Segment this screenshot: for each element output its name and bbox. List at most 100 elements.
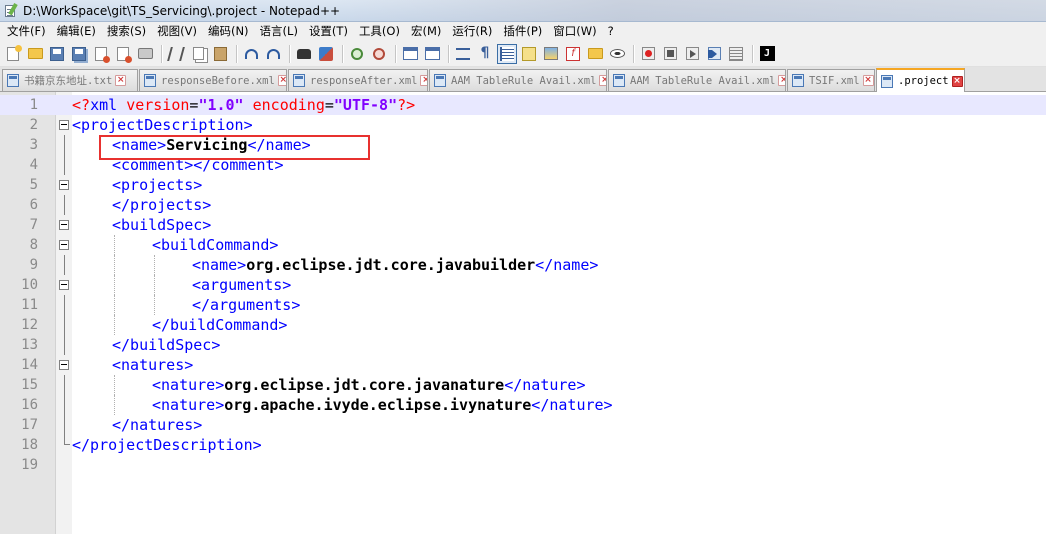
close-file-button[interactable] <box>91 44 111 64</box>
code-line[interactable]: 18 </projectDescription> <box>0 435 1046 455</box>
fold-collapse-icon[interactable] <box>59 360 69 370</box>
zoom-out-button[interactable] <box>369 44 389 64</box>
code-text[interactable]: </projects> <box>112 195 211 215</box>
code-line[interactable]: 9 <name>org.eclipse.jdt.core.javabuilder… <box>0 255 1046 275</box>
macro-run-multiple-button[interactable] <box>704 44 724 64</box>
fold-collapse-icon[interactable] <box>59 220 69 230</box>
sync-vertical-button[interactable] <box>400 44 420 64</box>
word-wrap-button[interactable] <box>453 44 473 64</box>
menu-tools[interactable]: 工具(O) <box>354 22 406 41</box>
code-line[interactable]: 13 </buildSpec> <box>0 335 1046 355</box>
code-text[interactable]: </buildCommand> <box>152 315 287 335</box>
tab-response-after[interactable]: responseAfter.xml × <box>288 69 428 91</box>
tab-close-icon[interactable]: × <box>778 75 785 86</box>
fold-collapse-icon[interactable] <box>59 120 69 130</box>
menu-file[interactable]: 文件(F) <box>2 22 52 41</box>
menu-run[interactable]: 运行(R) <box>447 22 498 41</box>
code-text[interactable]: <projects> <box>112 175 202 195</box>
document-map-button[interactable] <box>541 44 561 64</box>
code-text[interactable]: <buildSpec> <box>112 215 211 235</box>
tab-close-icon[interactable]: × <box>277 75 286 86</box>
menu-encoding[interactable]: 编码(N) <box>203 22 255 41</box>
code-line[interactable]: 6 </projects> <box>0 195 1046 215</box>
tab-aam-tablerule-1[interactable]: AAM TableRule Avail.xml × <box>429 69 607 91</box>
code-text[interactable]: <name>org.eclipse.jdt.core.javabuilder</… <box>192 255 598 275</box>
code-line[interactable]: 10 <arguments> <box>0 275 1046 295</box>
tab-response-before[interactable]: responseBefore.xml × <box>139 69 287 91</box>
tab-aam-tablerule-2[interactable]: AAM TableRule Avail.xml × <box>608 69 786 91</box>
menu-language[interactable]: 语言(L) <box>255 22 304 41</box>
code-line[interactable]: 7 <buildSpec> <box>0 215 1046 235</box>
fold-collapse-icon[interactable] <box>59 240 69 250</box>
zoom-in-button[interactable] <box>347 44 367 64</box>
user-language-button[interactable] <box>519 44 539 64</box>
code-text[interactable]: </buildSpec> <box>112 335 220 355</box>
code-text[interactable]: </natures> <box>112 415 202 435</box>
paste-button[interactable] <box>210 44 230 64</box>
menu-help[interactable]: ? <box>603 22 620 41</box>
code-line[interactable]: 5 <projects> <box>0 175 1046 195</box>
code-text[interactable]: <arguments> <box>192 275 291 295</box>
function-list-button[interactable]: f <box>563 44 583 64</box>
code-text[interactable]: <projectDescription> <box>72 115 253 135</box>
jstool-button[interactable]: J <box>757 44 777 64</box>
menu-macro[interactable]: 宏(M) <box>406 22 447 41</box>
code-text[interactable]: </projectDescription> <box>72 435 262 455</box>
code-line[interactable]: 1 <?xml version="1.0" encoding="UTF-8"?> <box>0 95 1046 115</box>
tab-close-icon[interactable]: × <box>420 75 427 86</box>
editor-area[interactable]: 1 <?xml version="1.0" encoding="UTF-8"?>… <box>0 92 1046 534</box>
menu-window[interactable]: 窗口(W) <box>548 22 602 41</box>
open-file-button[interactable] <box>25 44 45 64</box>
menu-search[interactable]: 搜索(S) <box>102 22 152 41</box>
code-text[interactable]: </arguments> <box>192 295 300 315</box>
code-line[interactable]: 8 <buildCommand> <box>0 235 1046 255</box>
print-button[interactable] <box>135 44 155 64</box>
folder-workspace-button[interactable] <box>585 44 605 64</box>
macro-stop-button[interactable] <box>660 44 680 64</box>
close-all-button[interactable] <box>113 44 133 64</box>
tab-close-icon[interactable]: × <box>862 75 874 86</box>
tab-close-icon[interactable]: × <box>599 75 606 86</box>
replace-button[interactable] <box>316 44 336 64</box>
tab-close-icon[interactable]: × <box>951 75 963 87</box>
fold-collapse-icon[interactable] <box>59 280 69 290</box>
new-file-button[interactable] <box>3 44 23 64</box>
tab-tsif[interactable]: TSIF.xml × <box>787 69 875 91</box>
code-text[interactable]: <natures> <box>112 355 193 375</box>
undo-button[interactable] <box>241 44 261 64</box>
code-line[interactable]: 17 </natures> <box>0 415 1046 435</box>
menu-settings[interactable]: 设置(T) <box>304 22 354 41</box>
code-line[interactable]: 14 <natures> <box>0 355 1046 375</box>
code-text[interactable]: <nature>org.eclipse.jdt.core.javanature<… <box>152 375 586 395</box>
code-line[interactable]: 11 </arguments> <box>0 295 1046 315</box>
copy-button[interactable] <box>188 44 208 64</box>
save-button[interactable] <box>47 44 67 64</box>
tab-project[interactable]: .project × <box>876 68 965 92</box>
show-all-chars-button[interactable]: ¶ <box>475 44 495 64</box>
code-text[interactable]: <nature>org.apache.ivyde.eclipse.ivynatu… <box>152 395 613 415</box>
redo-button[interactable] <box>263 44 283 64</box>
code-line[interactable]: 19 <box>0 455 1046 475</box>
find-button[interactable] <box>294 44 314 64</box>
code-line[interactable]: 15 <nature>org.eclipse.jdt.core.javanatu… <box>0 375 1046 395</box>
code-line[interactable]: 2 <projectDescription> <box>0 115 1046 135</box>
code-line[interactable]: 16 <nature>org.apache.ivyde.eclipse.ivyn… <box>0 395 1046 415</box>
code-text[interactable]: <buildCommand> <box>152 235 278 255</box>
code-text[interactable]: <?xml version="1.0" encoding="UTF-8"?> <box>72 95 415 115</box>
indent-guide-button[interactable] <box>497 43 517 64</box>
monitoring-button[interactable] <box>607 44 627 64</box>
code-line[interactable]: 12 </buildCommand> <box>0 315 1046 335</box>
fold-collapse-icon[interactable] <box>59 180 69 190</box>
macro-play-button[interactable] <box>682 44 702 64</box>
tab-close-icon[interactable]: × <box>115 75 127 86</box>
menu-plugins[interactable]: 插件(P) <box>498 22 548 41</box>
cut-button[interactable] <box>166 44 186 64</box>
macro-save-button[interactable] <box>726 44 746 64</box>
menu-edit[interactable]: 编辑(E) <box>52 22 102 41</box>
tab-books-jd[interactable]: 书籍京东地址.txt × <box>2 69 138 91</box>
macro-record-button[interactable] <box>638 44 658 64</box>
sync-horizontal-button[interactable] <box>422 44 442 64</box>
menu-view[interactable]: 视图(V) <box>152 22 203 41</box>
save-all-button[interactable] <box>69 44 89 64</box>
title-bar-blurred-area <box>340 0 1046 21</box>
